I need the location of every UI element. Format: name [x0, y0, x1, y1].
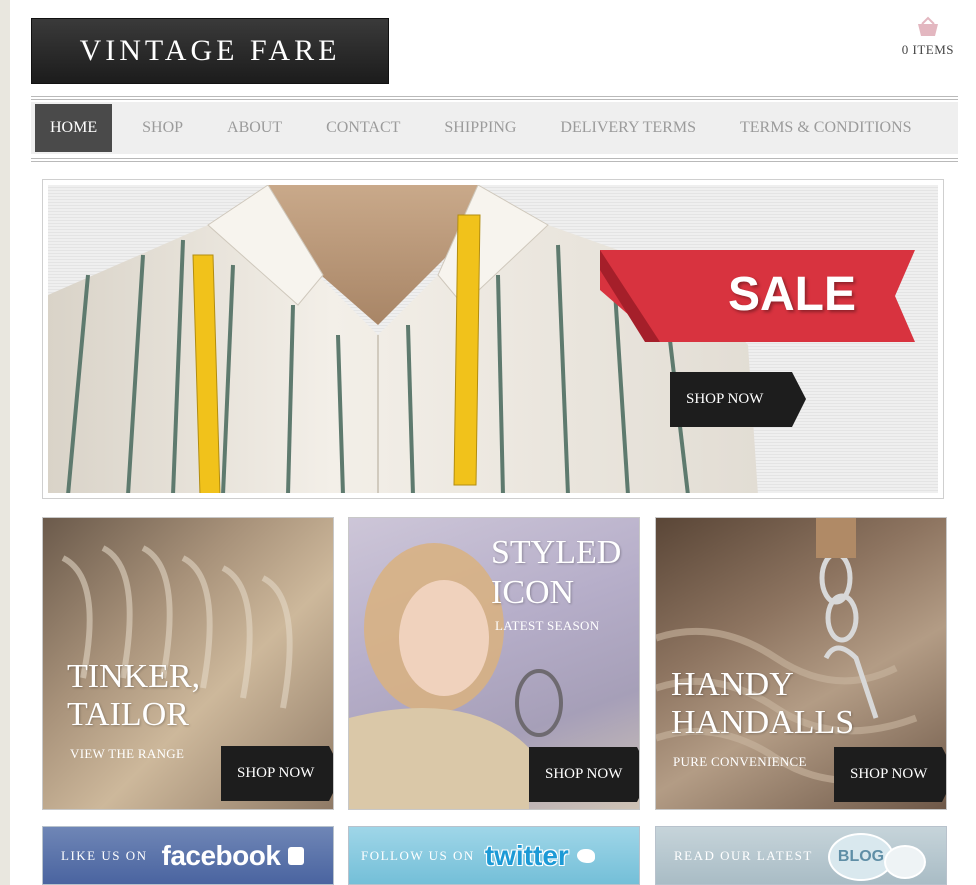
- speech-bubble-icon-small: [884, 845, 926, 879]
- twitter-follow-button[interactable]: FOLLOW US ON twitter: [348, 826, 640, 885]
- page: VINTAGE FARE 0 ITEMS HOME SHOP ABOUT CON…: [10, 0, 976, 885]
- social-caption: FOLLOW US ON: [361, 847, 475, 863]
- cart-count: 0 ITEMS: [901, 42, 954, 57]
- hero-image: SALE SHOP NOW: [48, 185, 938, 493]
- sale-label: SALE: [728, 268, 857, 321]
- hero-shop-now-button[interactable]: SHOP NOW: [670, 372, 806, 427]
- nav-item-terms-conditions[interactable]: TERMS & CONDITIONS: [718, 104, 934, 152]
- nav-rule-top: [31, 96, 958, 97]
- basket-icon: [918, 16, 938, 36]
- promo-tile-tailor[interactable]: TINKER, TAILOR VIEW THE RANGE SHOP NOW: [42, 517, 334, 810]
- nav-item-delivery-terms[interactable]: DELIVERY TERMS: [538, 104, 718, 152]
- tile-title-line2: TAILOR: [67, 696, 189, 733]
- promo-tile-styled-icon[interactable]: STYLED ICON LATEST SEASON SHOP NOW: [348, 517, 640, 810]
- thumbs-up-icon: [288, 846, 305, 865]
- tile-title-line1: TINKER,: [67, 658, 201, 695]
- nav-rule-bottom-2: [31, 161, 958, 162]
- nav-item-about[interactable]: ABOUT: [205, 104, 304, 152]
- nav-item-home[interactable]: HOME: [35, 104, 113, 152]
- tile-title-line1: HANDY: [671, 666, 794, 703]
- facebook-like-button[interactable]: LIKE US ON facebook: [42, 826, 334, 885]
- social-caption: LIKE US ON: [61, 847, 148, 863]
- nav-item-contact[interactable]: CONTACT: [304, 104, 422, 152]
- blog-link-button[interactable]: READ OUR LATEST BLOG: [655, 826, 947, 885]
- nav-item-shipping[interactable]: SHIPPING: [422, 104, 538, 152]
- main-navigation: HOME SHOP ABOUT CONTACT SHIPPING DELIVER…: [31, 96, 958, 162]
- twitter-wordmark: twitter: [484, 839, 569, 871]
- tile-title-line2: HANDALLS: [671, 704, 855, 741]
- tile-subtitle: PURE CONVENIENCE: [673, 754, 807, 769]
- logo-text: VINTAGE FARE: [79, 34, 341, 67]
- tile-shop-now-button[interactable]: SHOP NOW: [529, 747, 639, 802]
- tile-title-line1: STYLED: [491, 534, 622, 571]
- tile-subtitle: VIEW THE RANGE: [70, 746, 185, 761]
- tile-title-line2: ICON: [491, 574, 575, 611]
- tile-shop-now-button[interactable]: SHOP NOW: [834, 747, 946, 802]
- nav-item-shop[interactable]: SHOP: [112, 104, 205, 152]
- blog-label: BLOG: [837, 848, 885, 865]
- nav-rule-top-2: [31, 99, 958, 100]
- promo-tile-handbags[interactable]: HANDY HANDALLS PURE CONVENIENCE SHOP NOW: [655, 517, 947, 810]
- cart-widget[interactable]: 0 ITEMS: [874, 16, 954, 58]
- social-caption: READ OUR LATEST: [674, 847, 813, 863]
- nav-rule-bottom: [31, 158, 958, 159]
- tile-shop-now-button[interactable]: SHOP NOW: [221, 746, 333, 801]
- tile-subtitle: LATEST SEASON: [495, 618, 600, 633]
- hero-banner[interactable]: SALE SHOP NOW: [42, 179, 944, 499]
- bird-icon: [576, 848, 595, 863]
- nav-bar: HOME SHOP ABOUT CONTACT SHIPPING DELIVER…: [31, 102, 958, 154]
- facebook-wordmark: facebook: [161, 839, 281, 871]
- site-logo[interactable]: VINTAGE FARE: [31, 18, 389, 84]
